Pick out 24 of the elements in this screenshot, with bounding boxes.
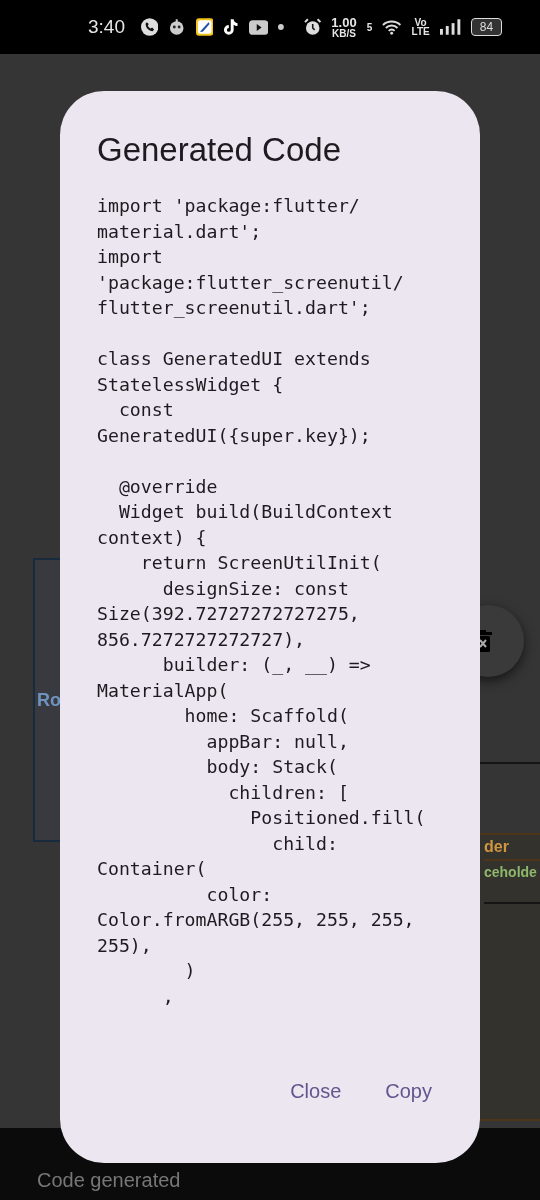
network-speed: 1.00: [331, 16, 357, 29]
app-icon: [195, 18, 214, 36]
music-note-icon: [223, 18, 239, 36]
wifi-band-label: 5: [366, 21, 373, 33]
lte-label: LTE: [411, 27, 430, 36]
dot-icon: [278, 24, 284, 30]
field-label: der: [484, 837, 510, 857]
status-time: 3:40: [88, 16, 125, 38]
robot-icon: [168, 18, 186, 36]
code-text: import 'package:flutter/ material.dart'; import 'package:flutter_screenutil/ flutter_screenutil.dart'; class GeneratedUI extends StatelessWidget { const GeneratedUI({super.key}); @override Widget build(BuildContext context) { return ScreenUtilInit( designSize: const Size(392.72727272727275, 856.7272727272727), builder: (_, __) => MaterialApp( home: Scaffold( appBar: null, body: Stack( children: [ Positioned.fill( child: Container( color: Color.fromARGB(255, 255, 255, 255), ) ,: [97, 194, 427, 1009]
phone-icon: [141, 18, 159, 36]
dialog-title: Generated Code: [97, 130, 342, 170]
alarm-clock-icon: [303, 18, 322, 36]
snackbar-message: Code generated: [37, 1169, 181, 1192]
signal-icon: [439, 19, 461, 35]
close-button[interactable]: Close: [278, 1072, 354, 1111]
copy-button[interactable]: Copy: [373, 1072, 444, 1111]
box-label: Ro: [37, 689, 61, 711]
battery-level: 84: [471, 18, 503, 36]
network-speed-unit: KB/S: [332, 28, 356, 38]
field-text: ceholde: [484, 859, 540, 904]
wifi-icon: [382, 19, 402, 35]
volte-label: Vo: [414, 18, 427, 27]
play-icon: [248, 19, 269, 35]
